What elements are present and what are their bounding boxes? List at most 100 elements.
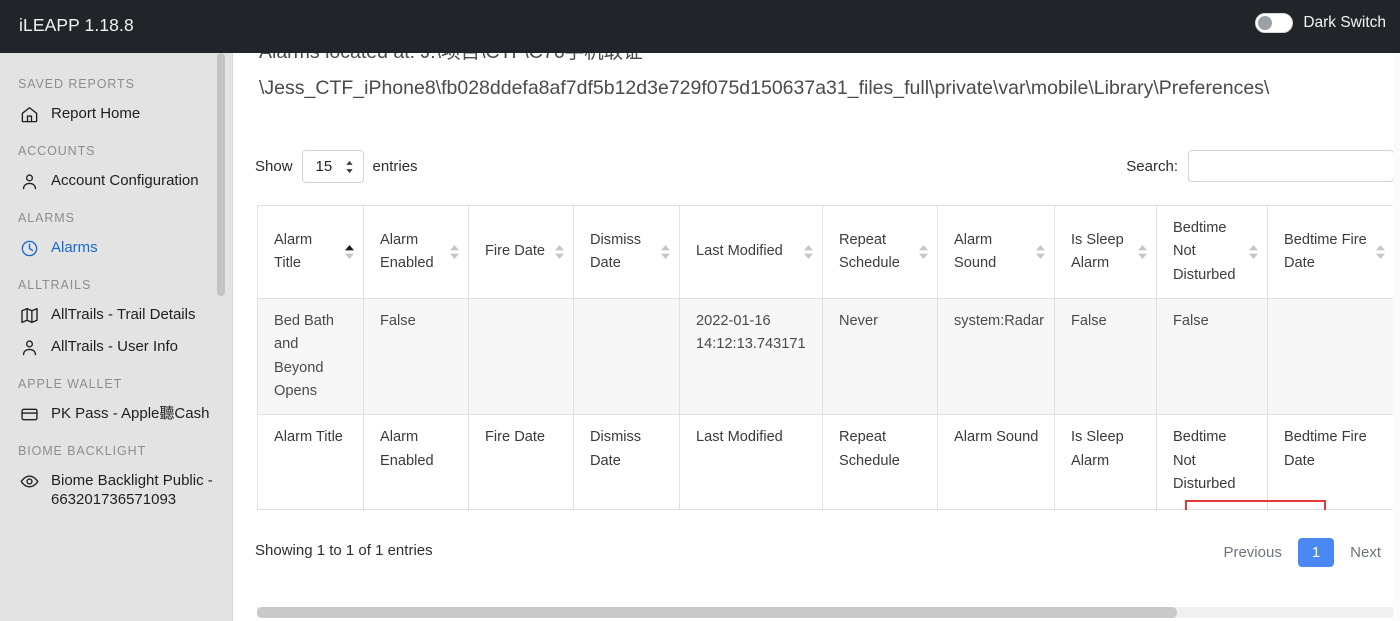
eye-icon xyxy=(20,472,39,491)
column-header-bedtime-not-disturbed[interactable]: Bedtime Not Disturbed xyxy=(1156,205,1268,300)
main-content: Alarms located at: J:\项目\CTF\C76手机取证 \Je… xyxy=(233,0,1400,621)
sidebar-item-label: Biome Backlight Public - 663201736571093 xyxy=(51,472,213,509)
sort-icon[interactable] xyxy=(1248,244,1259,260)
sidebar-item-account-configuration[interactable]: Account Configuration xyxy=(0,165,233,197)
home-icon xyxy=(20,105,39,124)
table-cell xyxy=(1267,298,1394,416)
top-bar: iLEAPP 1.18.8 Dark Switch xyxy=(0,0,1400,53)
horizontal-scrollbar-thumb[interactable] xyxy=(257,607,1177,618)
column-header-label: Dismiss Date xyxy=(590,231,642,272)
sort-icon[interactable] xyxy=(918,244,929,260)
table-cell xyxy=(573,298,680,416)
table-cell: system:Radar xyxy=(937,298,1055,416)
sort-icon[interactable] xyxy=(1375,244,1386,260)
footer-column-label: Bedtime Fire Date xyxy=(1267,414,1394,511)
sidebar-section-heading: ALLTRAILS xyxy=(18,278,92,292)
sidebar-scroll-area[interactable]: SAVED REPORTS Report Home ACCOUNTS Account … xyxy=(0,53,233,621)
table-cell: False xyxy=(1054,298,1157,416)
column-header-last-modified[interactable]: Last Modified xyxy=(679,205,823,300)
sidebar-section-heading: ACCOUNTS xyxy=(18,144,96,158)
sidebar-item-alltrails-trail-details[interactable]: AllTrails - Trail Details xyxy=(0,299,233,331)
pagination: Previous 1 Next xyxy=(1210,538,1394,567)
footer-column-label: Fire Date xyxy=(468,414,574,511)
footer-column-label: Alarm Sound xyxy=(937,414,1055,511)
page-length-group: Show 15 entries xyxy=(255,150,418,183)
column-header-alarm-sound[interactable]: Alarm Sound xyxy=(937,205,1055,300)
show-label: Show xyxy=(255,158,293,175)
table-cell: False xyxy=(1156,298,1268,416)
footer-column-label: Repeat Schedule xyxy=(822,414,938,511)
sidebar-item-alarms[interactable]: Alarms xyxy=(0,232,233,264)
search-label: Search: xyxy=(1126,157,1178,175)
table-cell: 2022-01-16 14:12:13.743171 xyxy=(679,298,823,416)
card-icon xyxy=(20,405,39,424)
dark-mode-toggle-knob xyxy=(1258,16,1273,30)
horizontal-scrollbar-track[interactable] xyxy=(257,607,1394,618)
search-group: Search: xyxy=(1126,150,1394,182)
table-cell: Bed Bath and Beyond Opens xyxy=(257,298,364,416)
footer-column-label: Alarm Title xyxy=(257,414,364,511)
sidebar-item-biome-backlight-public-663201736571093[interactable]: Biome Backlight Public - 663201736571093 xyxy=(0,465,233,515)
column-header-repeat-schedule[interactable]: Repeat Schedule xyxy=(822,205,938,300)
column-header-fire-date[interactable]: Fire Date xyxy=(468,205,574,300)
sidebar-section-heading: ALARMS xyxy=(18,211,75,225)
page-scrollbar-gutter[interactable] xyxy=(1393,53,1400,621)
sort-icon[interactable] xyxy=(1137,244,1148,260)
sidebar-divider xyxy=(232,53,233,621)
column-header-label: Alarm Sound xyxy=(954,231,997,272)
sidebar-item-label: Report Home xyxy=(51,105,141,122)
sidebar: SAVED REPORTS Report Home ACCOUNTS Account … xyxy=(0,0,233,621)
pagination-previous[interactable]: Previous xyxy=(1210,538,1294,567)
table-footer-row: Alarm Title Alarm Enabled Fire Date Dismiss… xyxy=(257,414,1394,511)
table-row: Bed Bath and Beyond Opens False 2022-01-16… xyxy=(257,298,1394,416)
sort-icon[interactable] xyxy=(344,244,355,260)
sidebar-section-heading: SAVED REPORTS xyxy=(18,77,135,91)
sidebar-item-label: AllTrails - User Info xyxy=(51,338,178,355)
sort-icon[interactable] xyxy=(554,244,565,260)
sidebar-item-report-home[interactable]: Report Home xyxy=(0,98,233,130)
sort-icon[interactable] xyxy=(449,244,460,260)
sidebar-item-label: AllTrails - Trail Details xyxy=(51,306,196,323)
chevron-updown-icon xyxy=(345,160,353,173)
search-input[interactable] xyxy=(1188,150,1394,182)
sidebar-item-pk-pass-apple-cash[interactable]: PK Pass - Apple聽Cash xyxy=(0,398,233,430)
sidebar-section-heading: APPLE WALLET xyxy=(18,377,123,391)
sidebar-scrollbar-thumb[interactable] xyxy=(217,53,225,296)
sort-icon[interactable] xyxy=(660,244,671,260)
sidebar-item-alltrails-user-info[interactable]: AllTrails - User Info xyxy=(0,331,233,363)
pagination-page-1[interactable]: 1 xyxy=(1297,538,1335,567)
table-cell xyxy=(468,298,574,416)
clock-icon xyxy=(20,239,39,258)
sort-icon[interactable] xyxy=(1035,244,1046,260)
person-icon xyxy=(20,172,39,191)
data-table-wrapper: Alarm Title Alarm Enabled Fire Date Dismiss… xyxy=(257,205,1394,511)
page-length-select[interactable]: 15 xyxy=(301,150,364,183)
person-icon xyxy=(20,338,39,357)
column-header-dismiss-date[interactable]: Dismiss Date xyxy=(573,205,680,300)
showing-entries-text: Showing 1 to 1 of 1 entries xyxy=(255,542,433,559)
footer-column-label: Last Modified xyxy=(679,414,823,511)
sidebar-scrollbar-track[interactable] xyxy=(217,53,225,621)
table-foot: Alarm Title Alarm Enabled Fire Date Dismiss… xyxy=(257,414,1394,511)
dark-mode-toggle[interactable] xyxy=(1255,13,1294,33)
page-length-value: 15 xyxy=(315,158,333,175)
entries-label: entries xyxy=(372,158,418,175)
column-header-alarm-enabled[interactable]: Alarm Enabled xyxy=(363,205,469,300)
column-header-label: Is Sleep Alarm xyxy=(1071,231,1124,272)
table-controls: Show 15 entries Search: xyxy=(255,150,1394,192)
column-header-label: Alarm Title xyxy=(274,231,313,272)
pagination-next[interactable]: Next xyxy=(1337,538,1394,567)
column-header-alarm-title[interactable]: Alarm Title xyxy=(257,205,364,300)
report-path-line-2: \Jess_CTF_iPhone8\fb028ddefa8af7df5b12d3… xyxy=(259,77,1270,99)
column-header-bedtime-fire-date[interactable]: Bedtime Fire Date xyxy=(1267,205,1394,300)
column-header-is-sleep-alarm[interactable]: Is Sleep Alarm xyxy=(1054,205,1157,300)
table-header-row: Alarm Title Alarm Enabled Fire Date Dismiss… xyxy=(257,205,1394,300)
app-title: iLEAPP 1.18.8 xyxy=(19,15,134,35)
column-header-label: Fire Date xyxy=(485,243,546,260)
dark-switch-label: Dark Switch xyxy=(1303,14,1386,31)
sidebar-item-label: Alarms xyxy=(51,239,98,256)
sidebar-item-label: Account Configuration xyxy=(51,172,199,189)
sort-icon[interactable] xyxy=(803,244,814,260)
column-header-label: Last Modified xyxy=(696,243,783,260)
table-body: Bed Bath and Beyond Opens False 2022-01-16… xyxy=(257,298,1394,416)
